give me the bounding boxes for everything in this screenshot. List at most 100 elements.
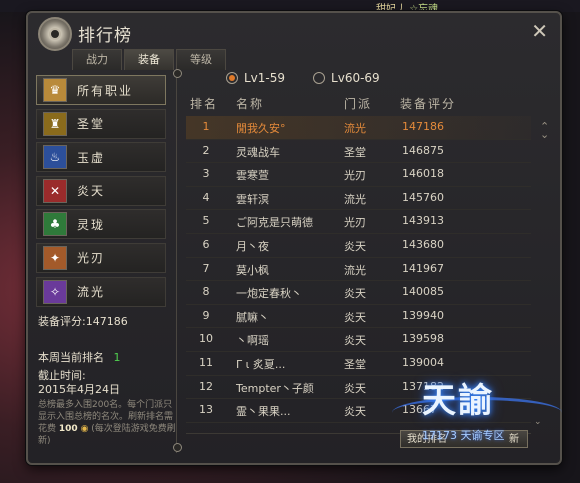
cell-name: 閒我久安° bbox=[236, 122, 286, 135]
cell-name: 雲轩溟 bbox=[236, 192, 269, 206]
cell-name: Γ ι 炙夏... bbox=[236, 357, 286, 371]
table-row[interactable]: 11 Γ ι 炙夏... 圣堂 139004 bbox=[186, 352, 531, 376]
table-row[interactable]: 8 一炮定春秋丶 炎天 140085 bbox=[186, 281, 531, 305]
sidebar-item-label: 玉虚 bbox=[77, 150, 106, 165]
sidebar-item-label: 所有职业 bbox=[77, 83, 134, 98]
header-rank: 排名 bbox=[190, 97, 219, 111]
cell-rank: 4 bbox=[202, 190, 210, 204]
filter-lv60-69[interactable]: Lv60-69 bbox=[313, 71, 380, 85]
sidebar-item-label: 炎天 bbox=[77, 184, 106, 199]
table-row[interactable]: 10 丶啊瑶 炎天 139598 bbox=[186, 328, 531, 352]
level-filter: Lv1-59 Lv60-69 bbox=[226, 71, 408, 85]
cell-faction: 流光 bbox=[344, 263, 366, 277]
sidebar-item-label: 灵珑 bbox=[77, 217, 106, 232]
cell-faction: 光刃 bbox=[344, 216, 366, 230]
cell-rank: 7 bbox=[202, 261, 210, 275]
cell-rank: 13 bbox=[199, 403, 213, 417]
scroll-handle[interactable]: ⌃ ⌄ bbox=[540, 121, 549, 140]
cell-name: 雲寒萱 bbox=[236, 169, 269, 183]
cell-faction: 炎天 bbox=[344, 381, 366, 395]
cell-rank: 6 bbox=[202, 237, 210, 251]
ranking-table: 1 閒我久安° 流光 147186 2 灵魂战车 圣堂 146875 3 雲寒萱… bbox=[186, 116, 531, 423]
header-name: 名称 bbox=[236, 97, 265, 111]
cell-faction: 圣堂 bbox=[344, 357, 366, 371]
table-row[interactable]: 13 霊丶果果... 炎天 13667 bbox=[186, 399, 531, 423]
sidebar-item-liuguang[interactable]: ✧ 流光 bbox=[36, 276, 166, 307]
flame-emblem-icon: ♨ bbox=[43, 145, 67, 170]
table-row[interactable]: 4 雲轩溟 流光 145760 bbox=[186, 187, 531, 211]
deadline-value: 2015年4月24日 bbox=[38, 383, 120, 396]
sidebar-item-all[interactable]: ♛ 所有职业 bbox=[36, 75, 166, 105]
my-rank-button[interactable]: 我的排名 新 bbox=[400, 430, 528, 448]
sidebar-item-linglong[interactable]: ♣ 灵珑 bbox=[36, 209, 166, 240]
equip-score-label: 装备评分:147186 bbox=[38, 315, 128, 328]
leaderboard-window: 排行榜 ✕ 战力 装备 等级 ♛ 所有职业 ♜ 圣堂 ♨ 玉虚 ✕ 炎天 ♣ 灵… bbox=[26, 11, 562, 465]
week-rank: 本周当前排名 1 bbox=[38, 349, 121, 365]
cell-rank: 10 bbox=[199, 332, 213, 346]
cell-score: 143913 bbox=[402, 214, 444, 228]
radio-selected-icon bbox=[226, 72, 238, 84]
cell-rank: 12 bbox=[199, 379, 213, 393]
cell-rank: 3 bbox=[202, 167, 210, 181]
scroll-down-icon[interactable]: ⌄ bbox=[534, 417, 542, 427]
cell-score: 143680 bbox=[402, 237, 444, 251]
cell-rank: 8 bbox=[202, 285, 210, 299]
sidebar-item-label: 流光 bbox=[77, 285, 106, 300]
header-faction: 门派 bbox=[344, 97, 373, 111]
filter-label: Lv1-59 bbox=[244, 71, 286, 85]
table-row[interactable]: 12 Tempter丶子颜 炎天 137182 bbox=[186, 376, 531, 400]
cell-name: 灵魂战车 bbox=[236, 145, 280, 159]
cell-faction: 流光 bbox=[344, 122, 366, 135]
cell-name: 莫小枫 bbox=[236, 263, 269, 277]
table-row[interactable]: 5 ご阿克是只萌德 光刃 143913 bbox=[186, 210, 531, 234]
cell-faction: 炎天 bbox=[344, 310, 366, 324]
cell-faction: 炎天 bbox=[344, 334, 366, 348]
leaf-emblem-icon: ♣ bbox=[43, 212, 67, 237]
cell-rank: 5 bbox=[202, 214, 210, 228]
sidebar-item-yuxu[interactable]: ♨ 玉虚 bbox=[36, 142, 166, 173]
tab-equipment[interactable]: 装备 bbox=[124, 49, 174, 70]
sidebar-item-shengtang[interactable]: ♜ 圣堂 bbox=[36, 108, 166, 139]
table-row[interactable]: 3 雲寒萱 光刃 146018 bbox=[186, 163, 531, 187]
cell-faction: 光刃 bbox=[344, 169, 366, 183]
cell-score: 146875 bbox=[402, 143, 444, 157]
cell-score: 145760 bbox=[402, 190, 444, 204]
tab-bar: 战力 装备 等级 bbox=[72, 49, 228, 70]
coin-icon: ◉ bbox=[80, 424, 89, 434]
crossed-swords-icon: ✕ bbox=[43, 178, 67, 203]
table-row[interactable]: 9 腻嘛丶 炎天 139940 bbox=[186, 305, 531, 329]
tab-combat-power[interactable]: 战力 bbox=[72, 49, 122, 70]
cell-faction: 圣堂 bbox=[344, 145, 366, 159]
shield-emblem-icon: ♜ bbox=[43, 111, 67, 136]
refresh-button-label: 新 bbox=[509, 434, 519, 445]
close-button[interactable]: ✕ bbox=[531, 21, 548, 41]
cell-score: 139004 bbox=[402, 355, 444, 369]
divider-cap-top bbox=[173, 69, 182, 78]
panel-divider bbox=[176, 73, 177, 453]
cell-name: 腻嘛丶 bbox=[236, 310, 269, 324]
filter-lv1-59[interactable]: Lv1-59 bbox=[226, 71, 285, 85]
my-rank-button-label: 我的排名 bbox=[407, 434, 447, 445]
star-emblem-icon: ✧ bbox=[43, 279, 67, 304]
table-row[interactable]: 1 閒我久安° 流光 147186 bbox=[186, 116, 531, 140]
sidebar-item-label: 光刃 bbox=[77, 251, 106, 266]
title-bar: 排行榜 ✕ bbox=[28, 13, 560, 51]
sidebar-item-yantian[interactable]: ✕ 炎天 bbox=[36, 175, 166, 206]
tab-level[interactable]: 等级 bbox=[176, 49, 226, 70]
blade-emblem-icon: ✦ bbox=[43, 245, 67, 270]
table-row[interactable]: 2 灵魂战车 圣堂 146875 bbox=[186, 140, 531, 164]
table-row[interactable]: 7 莫小枫 流光 141967 bbox=[186, 258, 531, 282]
cell-score: 140085 bbox=[402, 285, 444, 299]
table-row[interactable]: 6 月丶夜 炎天 143680 bbox=[186, 234, 531, 258]
cell-faction: 流光 bbox=[344, 192, 366, 206]
gear-icon bbox=[38, 17, 72, 51]
divider-cap-bottom bbox=[173, 443, 182, 452]
cell-score: 147186 bbox=[402, 120, 444, 133]
sidebar-item-guangren[interactable]: ✦ 光刃 bbox=[36, 242, 166, 273]
cell-score: 141967 bbox=[402, 261, 444, 275]
cell-faction: 炎天 bbox=[344, 239, 366, 253]
sidebar-item-label: 圣堂 bbox=[77, 117, 106, 132]
cell-score: 137182 bbox=[402, 379, 444, 393]
cell-name: Tempter丶子颜 bbox=[236, 381, 314, 395]
window-title: 排行榜 bbox=[78, 26, 132, 46]
